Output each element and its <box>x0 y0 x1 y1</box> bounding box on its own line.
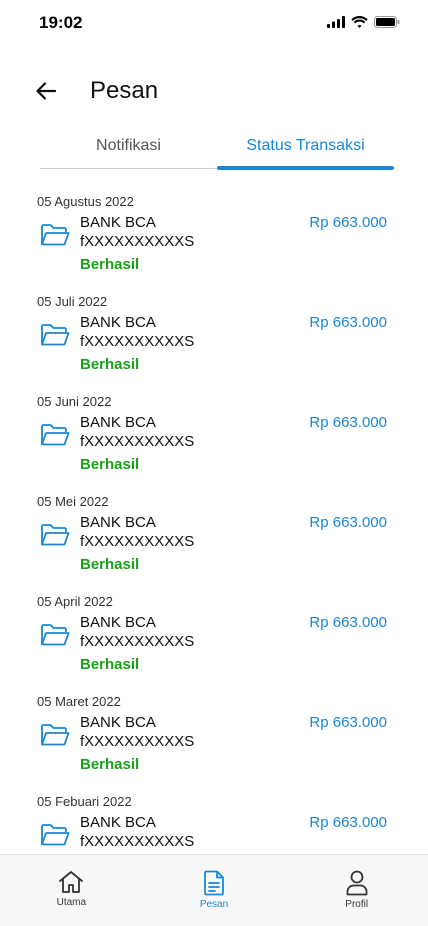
nav-item-profil[interactable]: Profil <box>285 855 428 926</box>
transaction-status: Berhasil <box>80 456 140 473</box>
transaction-account: fXXXXXXXXXXS <box>80 533 195 550</box>
folder-icon <box>40 423 70 447</box>
tab-notifikasi[interactable]: Notifikasi <box>40 132 217 168</box>
transaction-bank: BANK BCA <box>80 514 156 531</box>
folder-icon <box>40 223 70 247</box>
transaction-bank: BANK BCA <box>80 214 156 231</box>
home-icon <box>59 871 84 893</box>
transaction-date: 05 Agustus 2022 <box>37 194 134 209</box>
transaction-account: fXXXXXXXXXXS <box>80 633 195 650</box>
transaction-account: fXXXXXXXXXXS <box>80 833 195 850</box>
transaction-amount: Rp 663.000 <box>309 514 387 531</box>
header: Pesan <box>0 72 428 112</box>
transaction-date: 05 Mei 2022 <box>37 494 109 509</box>
transaction-list[interactable]: 05 Agustus 2022 BANK BCA fXXXXXXXXXXS Berha… <box>0 190 428 854</box>
folder-icon <box>40 523 70 547</box>
transaction-account: fXXXXXXXXXXS <box>80 433 195 450</box>
signal-icon <box>327 16 345 28</box>
transaction-date: 05 Febuari 2022 <box>37 794 132 809</box>
transaction-date: 05 April 2022 <box>37 594 113 609</box>
folder-icon <box>40 323 70 347</box>
folder-icon <box>40 623 70 647</box>
transaction-date: 05 Juni 2022 <box>37 394 112 409</box>
transaction-bank: BANK BCA <box>80 814 156 831</box>
transaction-amount: Rp 663.000 <box>309 814 387 831</box>
nav-item-utama[interactable]: Utama <box>0 855 143 926</box>
tab-bar: Notifikasi Status Transaksi <box>40 132 394 170</box>
transaction-item[interactable]: 05 Febuari 2022BANK BCAfXXXXXXXXXXSBerha… <box>0 790 428 854</box>
folder-icon <box>40 723 70 747</box>
transaction-date: 05 Juli 2022 <box>37 294 108 309</box>
transaction-bank: BANK BCA <box>80 314 156 331</box>
arrow-left-icon <box>36 82 56 100</box>
transaction-item[interactable]: 05 Mei 2022 BANK BCA fXXXXXXXXXXS Berhasil R… <box>0 490 428 590</box>
transaction-status: Berhasil <box>80 356 140 373</box>
nav-item-pesan[interactable]: Pesan <box>143 855 286 926</box>
transaction-item[interactable]: 05 Juni 2022 BANK BCA fXXXXXXXXXXS Berhasil… <box>0 390 428 490</box>
nav-label-profil: Profil <box>345 899 369 910</box>
transaction-account: fXXXXXXXXXXS <box>80 333 195 350</box>
transaction-status: Berhasil <box>80 256 140 273</box>
page-title: Pesan <box>90 77 159 104</box>
tab-status-transaksi[interactable]: Status Transaksi <box>217 132 394 170</box>
wifi-icon <box>351 16 368 28</box>
transaction-item[interactable]: 05 April 2022 BANK BCA fXXXXXXXXXXS Berhasi… <box>0 590 428 690</box>
transaction-item[interactable]: 05 Maret 2022 BANK BCA fXXXXXXXXXXS Berhasi… <box>0 690 428 790</box>
transaction-amount: Rp 663.000 <box>309 414 387 431</box>
transaction-status: Berhasil <box>80 656 140 673</box>
transaction-amount: Rp 663.000 <box>309 714 387 731</box>
nav-label-pesan: Pesan <box>199 899 229 910</box>
transaction-amount: Rp 663.000 <box>309 214 387 231</box>
folder-icon <box>40 823 70 847</box>
transaction-date: 05 Maret 2022 <box>37 694 121 709</box>
status-bar: 19:02 <box>0 0 428 46</box>
transaction-account: fXXXXXXXXXXS <box>80 733 195 750</box>
battery-icon <box>374 16 400 28</box>
status-icons <box>327 16 400 28</box>
transaction-account: fXXXXXXXXXXS <box>80 233 195 250</box>
transaction-item[interactable]: 05 Juli 2022 BANK BCA fXXXXXXXXXXS Berhasil… <box>0 290 428 390</box>
transaction-status: Berhasil <box>80 556 140 573</box>
back-button[interactable] <box>33 78 59 104</box>
bottom-nav: Utama Pesan Profil <box>0 854 428 926</box>
nav-label-utama: Utama <box>56 897 87 908</box>
transaction-amount: Rp 663.000 <box>309 614 387 631</box>
transaction-bank: BANK BCA <box>80 614 156 631</box>
transaction-status: Berhasil <box>80 756 140 773</box>
user-icon <box>346 870 368 896</box>
transaction-bank: BANK BCA <box>80 714 156 731</box>
transaction-item[interactable]: 05 Agustus 2022 BANK BCA fXXXXXXXXXXS Berha… <box>0 190 428 290</box>
transaction-bank: BANK BCA <box>80 414 156 431</box>
transaction-amount: Rp 663.000 <box>309 314 387 331</box>
status-time: 19:02 <box>39 13 83 32</box>
document-icon <box>204 870 224 896</box>
